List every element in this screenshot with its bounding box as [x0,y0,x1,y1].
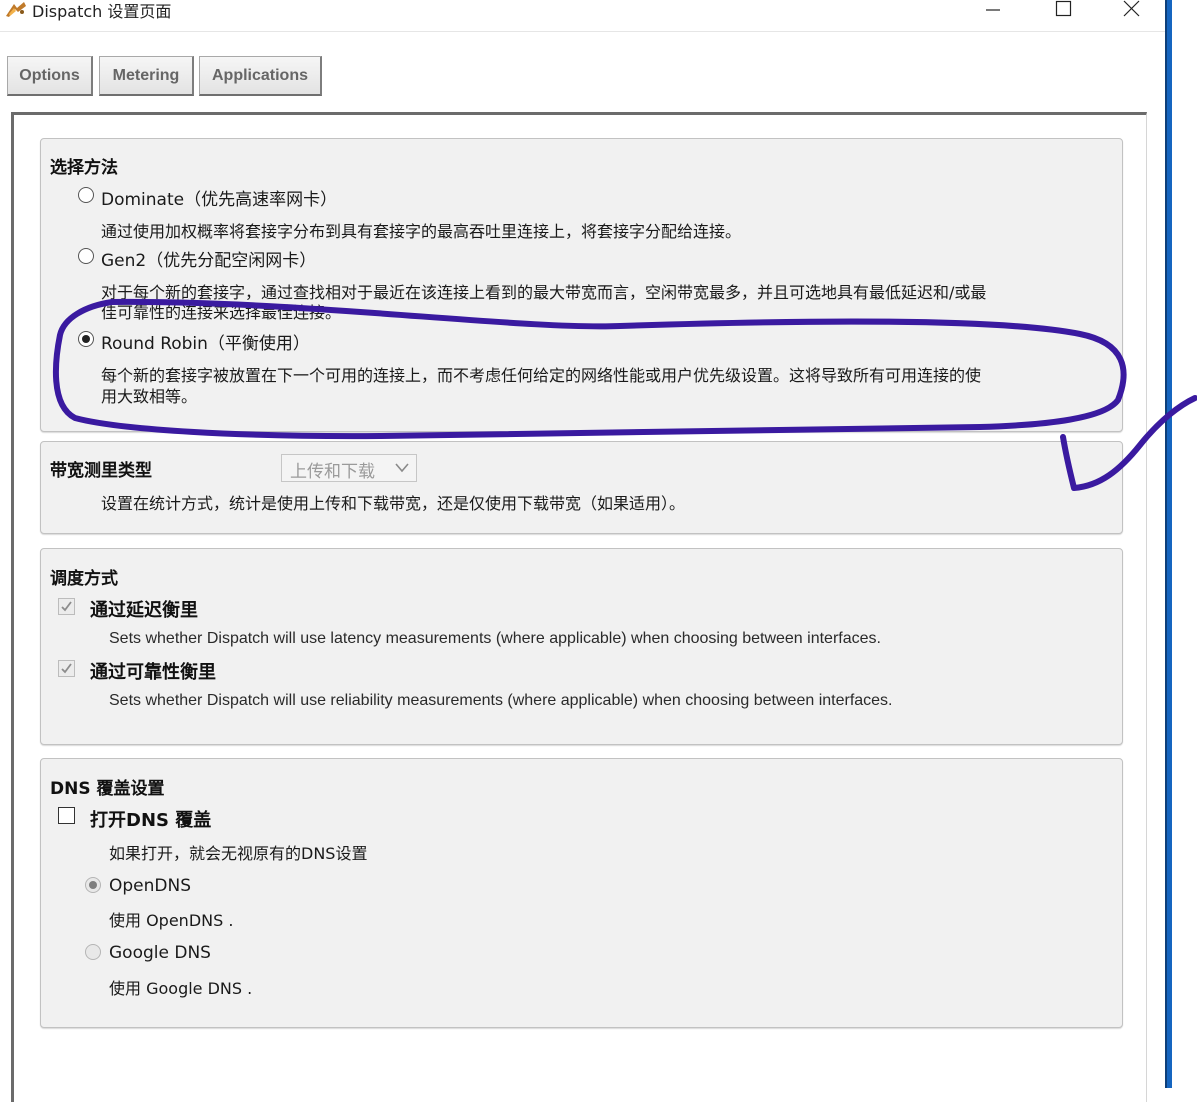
window-titlebar: Dispatch 设置页面 [0,0,1165,30]
gen2-radio[interactable] [78,248,94,264]
selection-method-heading: 选择方法 [50,158,118,178]
opendns-label[interactable]: OpenDNS [109,876,191,896]
round-robin-description-line1: 每个新的套接字被放置在下一个可用的连接上，而不考虑任何给定的网络性能或用户优先级… [101,366,982,385]
minimize-icon [986,9,1000,11]
chevron-down-icon [395,463,409,473]
bandwidth-description: 设置在统计方式，统计是使用上传和下载带宽，还是仅使用下载带宽（如果适用）。 [101,494,686,513]
desktop-edge [1165,0,1197,1088]
round-robin-description-line2: 用大致相等。 [101,387,198,406]
reliability-description: Sets whether Dispatch will use reliabili… [109,692,893,709]
gen2-label[interactable]: Gen2（优先分配空闲网卡） [101,246,316,271]
dns-heading: DNS 覆盖设置 [50,779,165,799]
dns-override-checkbox[interactable] [58,807,75,824]
maximize-button[interactable] [1040,0,1086,22]
minimize-button[interactable] [970,0,1016,22]
gen2-description-line2: 佳可靠性的连接来选择最佳连接。 [101,303,342,322]
close-button[interactable] [1108,0,1154,22]
tab-metering[interactable]: Metering [99,56,194,96]
tab-options[interactable]: Options [7,56,93,96]
checkmark-icon [61,601,72,612]
opendns-radio[interactable] [85,877,101,893]
close-icon [1123,0,1140,17]
tab-applications[interactable]: Applications [199,56,322,96]
opendns-description: 使用 OpenDNS . [109,911,234,930]
round-robin-radio[interactable] [78,331,94,347]
titlebar-divider [0,31,1165,32]
maximize-icon [1055,0,1072,17]
dominate-radio[interactable] [78,187,94,203]
dns-override-label[interactable]: 打开DNS 覆盖 [90,806,211,832]
bandwidth-heading: 带宽测里类型 [50,461,152,481]
scheduling-heading: 调度方式 [50,569,118,589]
dispatch-app-icon [6,2,26,17]
bandwidth-type-value: 上传和下载 [290,462,375,482]
google-dns-radio[interactable] [85,944,101,960]
window-title: Dispatch 设置页面 [32,2,172,21]
window-border [1165,0,1167,1088]
dominate-label[interactable]: Dominate（优先高速率网卡） [101,185,337,210]
reliability-label[interactable]: 通过可靠性衡里 [90,658,216,684]
round-robin-label[interactable]: Round Robin（平衡使用） [101,329,310,354]
latency-checkbox[interactable] [58,598,75,615]
checkmark-icon [61,663,72,674]
latency-label[interactable]: 通过延迟衡里 [90,596,198,622]
reliability-checkbox[interactable] [58,660,75,677]
latency-description: Sets whether Dispatch will use latency m… [109,630,881,647]
google-dns-description: 使用 Google DNS . [109,979,253,998]
bandwidth-panel [40,441,1123,534]
dominate-description: 通过使用加权概率将套接字分布到具有套接字的最高吞吐里连接上，将套接字分配给连接。 [101,222,742,241]
dns-override-description: 如果打开，就会无视原有的DNS设置 [109,844,368,863]
bandwidth-type-select[interactable]: 上传和下载 [281,454,417,482]
google-dns-label[interactable]: Google DNS [109,943,211,963]
